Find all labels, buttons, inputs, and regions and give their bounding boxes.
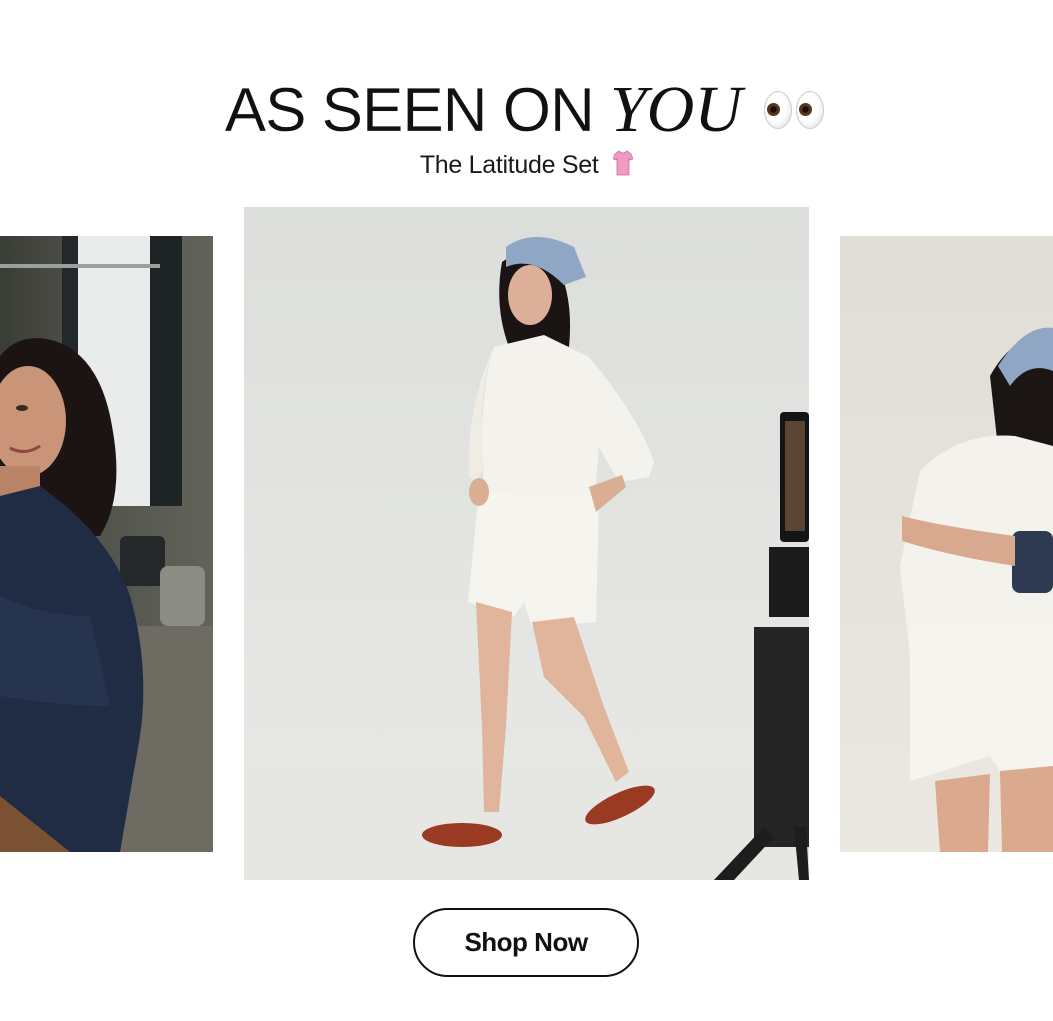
photo-right-image [900,327,1053,852]
shop-now-label: Shop Now [464,927,588,957]
shop-now-button[interactable]: Shop Now [413,908,639,977]
tshirt-icon [613,150,634,176]
photo-center-image [244,237,809,880]
photo-left[interactable] [0,236,213,852]
subtitle-text: The Latitude Set [419,151,599,179]
eyes-icon [764,69,828,149]
headline: AS SEEN ON YOU [0,70,1053,155]
eye-left-icon [764,90,793,129]
photo-left-image [0,236,213,852]
headline-accent: YOU [609,73,743,146]
eye-right-icon [796,90,825,129]
headline-lead: AS SEEN ON [224,76,595,145]
subtitle: The Latitude Set [0,150,1053,180]
photo-center[interactable] [244,207,809,880]
photo-right[interactable] [840,236,1053,852]
